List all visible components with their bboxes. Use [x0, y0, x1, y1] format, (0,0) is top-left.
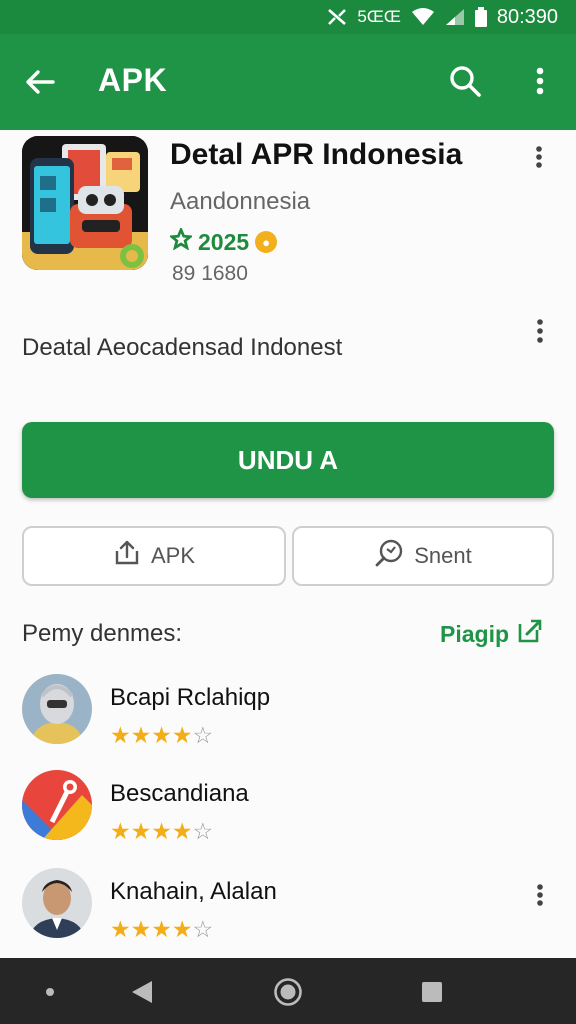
- reviewer-name: Knahain, Alalan: [110, 878, 277, 905]
- more-vert-icon[interactable]: [526, 316, 554, 346]
- review-item[interactable]: Bcapi Rclahiqp ★★★★☆: [22, 674, 554, 754]
- reviewer-name: Bescandiana: [110, 780, 249, 807]
- app-name: Detal APR Indonesia: [170, 138, 463, 171]
- app-description: Deatal Aeocadensad Indonest: [22, 334, 343, 361]
- status-indicator: 5ŒŒ: [357, 7, 401, 26]
- developer-name[interactable]: Aandonnesia: [170, 188, 310, 216]
- reviews-link-label: Piagip: [440, 620, 510, 647]
- rating-row: 2025 ●: [168, 226, 278, 256]
- signal-icon: [445, 8, 465, 26]
- rating-value: 2025: [198, 228, 250, 255]
- reviewer-name: Bcapi Rclahiqp: [110, 684, 271, 711]
- search-icon[interactable]: [444, 60, 486, 102]
- system-nav-bar: [0, 958, 576, 1024]
- dot-icon: [30, 972, 70, 1012]
- install-button-label: UNDU A: [237, 444, 339, 475]
- status-time: 80:390: [496, 5, 558, 28]
- star-rating: ★★★★☆: [110, 916, 214, 942]
- more-vert-icon[interactable]: [526, 880, 554, 910]
- nav-back-icon[interactable]: [122, 972, 162, 1012]
- app-detail-card: Detal APR Indonesia Aandonnesia 2025 ● 8…: [0, 130, 576, 958]
- star-rating: ★★★★☆: [110, 818, 214, 844]
- download-count: 89 1680: [172, 262, 248, 285]
- star-rating: ★★★★☆: [110, 722, 214, 748]
- avatar: [22, 770, 92, 840]
- share-button-label: Snent: [414, 543, 472, 568]
- avatar: [22, 674, 92, 744]
- apk-button-label: APK: [150, 543, 196, 568]
- reviews-link[interactable]: Piagip: [440, 618, 543, 650]
- more-vert-icon[interactable]: [522, 60, 558, 102]
- edit-icon: [517, 618, 543, 650]
- install-button[interactable]: UNDU A: [22, 422, 554, 498]
- status-bar: 5ŒŒ 80:390: [0, 0, 576, 34]
- share-button[interactable]: Snent: [292, 526, 554, 586]
- nav-recents-icon[interactable]: [412, 972, 452, 1012]
- upload-box-icon: [113, 539, 141, 573]
- nav-home-icon[interactable]: [268, 972, 308, 1012]
- app-icon[interactable]: [22, 136, 148, 270]
- review-item[interactable]: Bescandiana ★★★★☆: [22, 770, 554, 850]
- coin-icon: ●: [255, 231, 278, 253]
- app-bar-title: APK: [98, 62, 168, 98]
- nfc-icon: [327, 8, 347, 26]
- apk-button[interactable]: APK: [22, 526, 286, 586]
- star-outline-icon: [168, 226, 194, 256]
- more-vert-icon[interactable]: [524, 144, 554, 170]
- reviews-heading: Pemy denmes:: [22, 620, 183, 647]
- app-bar: APK: [0, 34, 576, 130]
- back-arrow-icon[interactable]: [20, 62, 60, 102]
- chat-search-icon: [374, 538, 404, 574]
- wifi-icon: [411, 8, 435, 26]
- avatar: [22, 868, 92, 938]
- battery-icon: [474, 7, 487, 27]
- review-item[interactable]: Knahain, Alalan ★★★★☆: [22, 868, 554, 948]
